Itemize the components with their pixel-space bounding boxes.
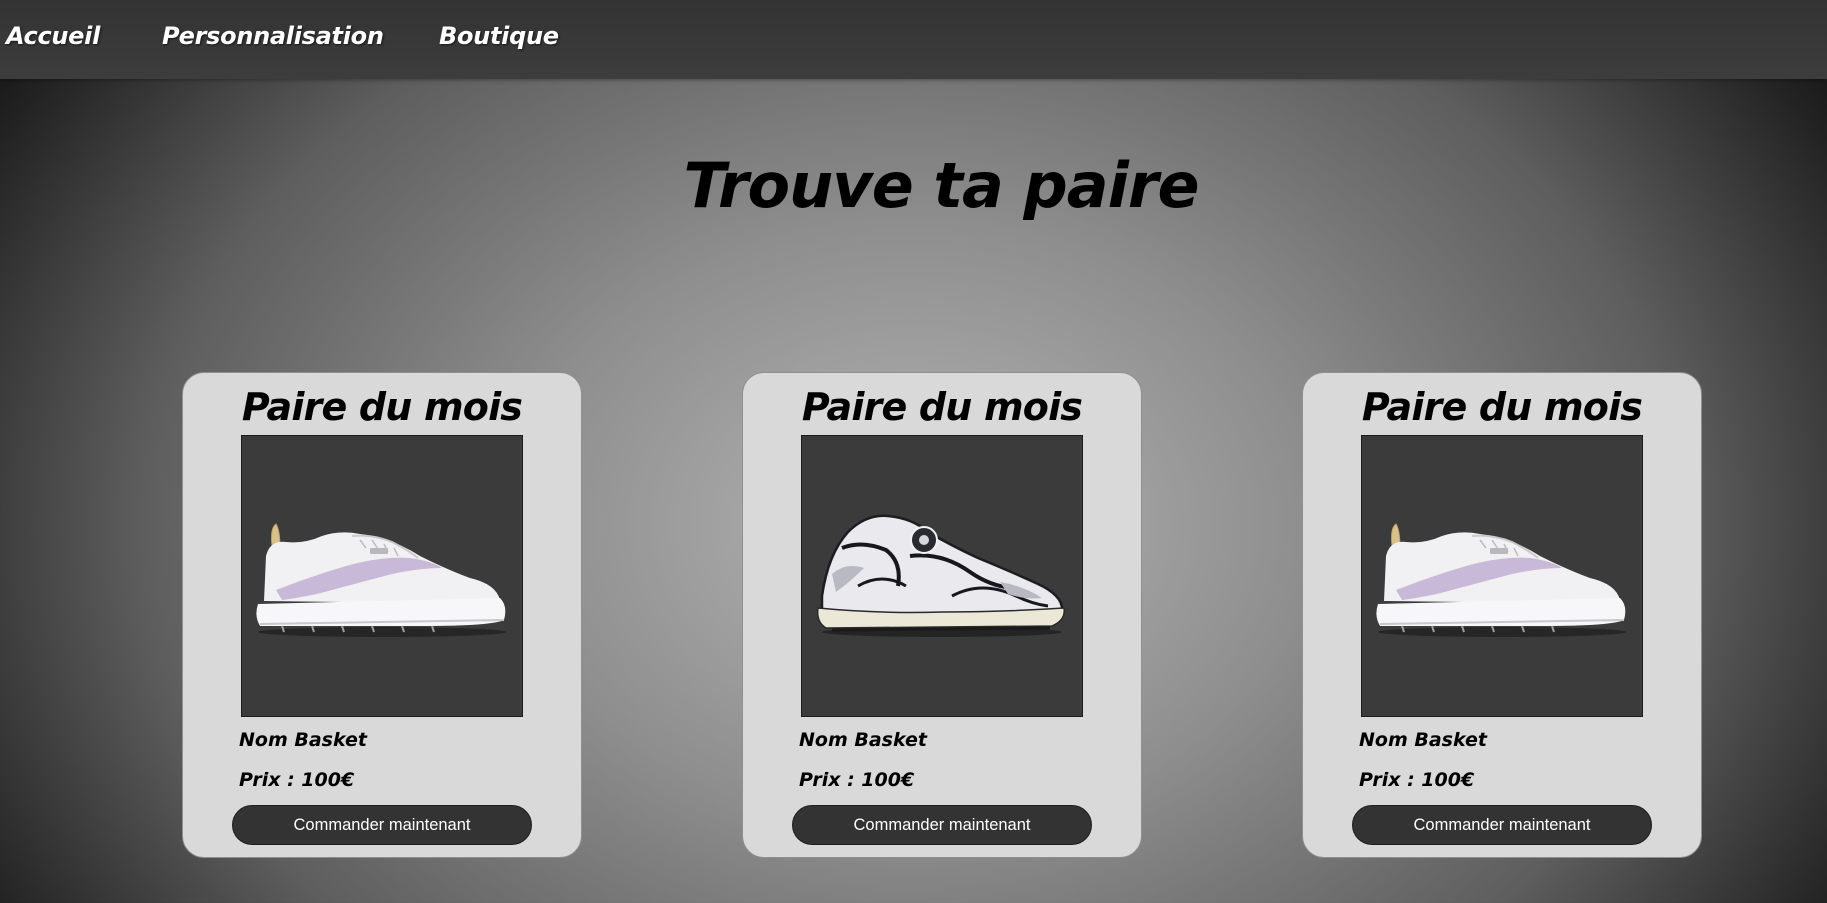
- sneaker-white-lilac-platform-icon: [1376, 523, 1626, 637]
- nav-link-boutique[interactable]: Boutique: [439, 20, 559, 52]
- product-price: Prix : 100€: [799, 769, 915, 791]
- card-title: Paire du mois: [801, 385, 1083, 429]
- product-name: Nom Basket: [799, 729, 927, 751]
- order-now-button[interactable]: Commander maintenant: [232, 805, 532, 845]
- order-now-button[interactable]: Commander maintenant: [1352, 805, 1652, 845]
- nav-link-accueil[interactable]: Accueil: [6, 20, 100, 52]
- sneaker-white-black-chunky-runner-icon: [816, 514, 1065, 637]
- card-title: Paire du mois: [1361, 385, 1643, 429]
- product-name: Nom Basket: [239, 729, 367, 751]
- product-price: Prix : 100€: [239, 769, 355, 791]
- product-price: Prix : 100€: [1359, 769, 1475, 791]
- product-card-3: Paire du mois Nom Basket Prix : 100€ Com…: [1302, 372, 1702, 858]
- product-card-1: Paire du mois Nom Basket Prix : 100€ Com…: [182, 372, 582, 858]
- product-image: [241, 435, 523, 717]
- product-card-2: Paire du mois Nom Basket Prix : 100€ Com…: [742, 372, 1142, 858]
- top-navbar: Accueil Personnalisation Boutique: [0, 0, 1827, 79]
- order-now-button[interactable]: Commander maintenant: [792, 805, 1092, 845]
- card-title: Paire du mois: [241, 385, 523, 429]
- sneaker-white-lilac-platform-icon: [256, 523, 506, 637]
- product-image: [801, 435, 1083, 717]
- product-image: [1361, 435, 1643, 717]
- page-title: Trouve ta paire: [683, 149, 1200, 222]
- product-name: Nom Basket: [1359, 729, 1487, 751]
- nav-link-personnalisation[interactable]: Personnalisation: [162, 20, 384, 52]
